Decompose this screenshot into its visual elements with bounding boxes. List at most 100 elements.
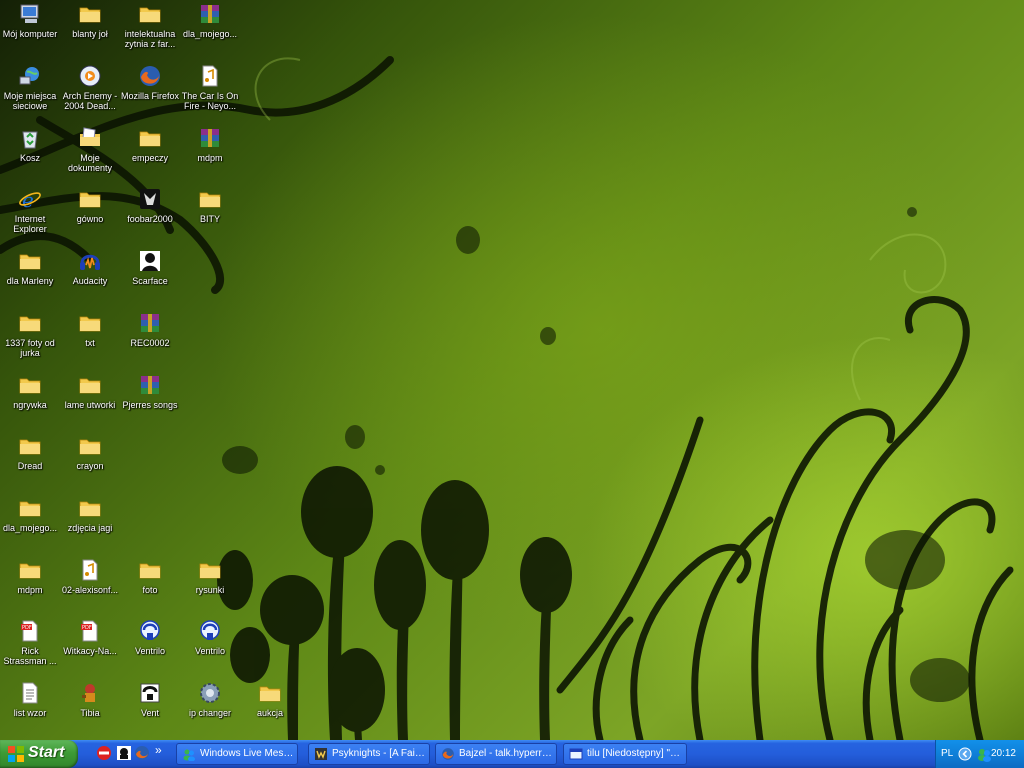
media-file-icon [78,64,102,88]
start-button[interactable]: Start [0,740,78,768]
desktop-icon[interactable]: crayon [60,432,120,492]
desktop-icon[interactable]: txt [60,309,120,369]
winamp-icon [314,747,328,761]
folder-icon [198,187,222,211]
desktop-icon[interactable]: aukcja [240,679,300,739]
desktop-icon-label: dla Marleny [6,276,54,286]
internet-explorer-icon: e [18,187,42,212]
desktop-icon-label: Moje dokumenty [67,153,113,173]
desktop-icon-label: aukcja [256,708,283,718]
folder-icon [78,434,102,458]
desktop-icon[interactable]: PDF Rick Strassman ... [0,617,60,677]
desktop-icon[interactable]: rysunki [180,556,240,616]
folder-icon [78,373,102,397]
desktop-icon[interactable]: zdjęcia jagi [60,494,120,554]
desktop-icon-label: Internet Explorer [13,214,47,234]
folder-icon [198,558,222,582]
desktop-icon-label: Audacity [72,276,108,286]
desktop-icon[interactable]: blanty joł [60,0,120,60]
desktop-icon-label: lame utworki [64,400,116,410]
desktop-icon[interactable]: foto [120,556,180,616]
desktop-icon[interactable]: Pjerres songs [120,371,180,431]
desktop-icon[interactable]: gówno [60,185,120,245]
taskbar-button-label: Windows Live Messen... [200,748,294,759]
desktop-icon-label: Mój komputer [2,29,58,39]
desktop-icon[interactable]: dla_mojego... [180,0,240,60]
desktop-icon[interactable]: PDF Witkacy-Na... [60,617,120,677]
desktop-icon[interactable]: mdpm [180,124,240,184]
desktop-icon[interactable]: REC0002 [120,309,180,369]
desktop-icon[interactable]: Dread [0,432,60,492]
desktop-icon-label: ip changer [188,708,232,718]
firefox-icon[interactable] [134,745,150,761]
no-entry-icon[interactable] [96,745,112,761]
messenger-tray-icon[interactable] [976,746,992,762]
tibia-game-icon [78,681,102,705]
system-tray: PL 20:12 [935,740,1024,768]
network-places-icon [18,64,42,88]
folder-icon [18,496,42,520]
desktop-icon[interactable]: Moje dokumenty [60,124,120,184]
desktop-icon-label: foto [142,585,158,595]
folder-icon [18,373,42,397]
taskbar-button[interactable]: Psyknights - [A Faint ... [308,743,430,765]
desktop-icon-label: Dread [17,461,43,471]
desktop[interactable]: Mój komputer blanty joł intelektualna zytn… [0,0,1024,740]
desktop-icon[interactable]: e Internet Explorer [0,185,60,245]
desktop-icon[interactable]: mdpm [0,556,60,616]
desktop-icon[interactable]: dla Marleny [0,247,60,307]
desktop-icon[interactable]: Audacity [60,247,120,307]
audio-file-icon [198,64,222,88]
desktop-icon-label: mdpm [17,585,43,595]
pdf-file-icon: PDF [18,619,42,643]
desktop-icon[interactable]: Mój komputer [0,0,60,60]
desktop-icon-label: ngrywka [13,400,47,410]
desktop-icon[interactable]: ip changer [180,679,240,739]
desktop-icon-label: crayon [76,461,104,471]
taskbar-button[interactable]: Bajzel - talk.hyperrea... [435,743,557,765]
audacity-icon [78,249,102,273]
desktop-icon[interactable]: Mozilla Firefox [120,62,180,122]
desktop-icon[interactable]: dla_mojego... [0,494,60,554]
desktop-icon[interactable]: foobar2000 [120,185,180,245]
pdf-file-icon: PDF [78,619,102,643]
taskbar-button[interactable]: tilu [Niedostępny] "w... [563,743,687,765]
desktop-icon[interactable]: 1337 foty od jurka [0,309,60,369]
language-indicator[interactable]: PL [941,748,953,759]
vent-icon [138,681,162,705]
desktop-icon[interactable]: BITY [180,185,240,245]
messenger-icon [182,747,196,762]
desktop-icon[interactable]: intelektualna zytnia z far... [120,0,180,60]
desktop-icon[interactable]: Vent [120,679,180,739]
ip-changer-icon [198,681,222,705]
show-hidden-icons-chevron-icon[interactable] [958,747,972,761]
desktop-icon[interactable]: Kosz [0,124,60,184]
start-label: Start [28,744,65,761]
taskbar-button-label: Psyknights - [A Faint ... [332,748,426,759]
desktop-icon[interactable]: The Car Is On Fire - Neyo... [180,62,240,122]
desktop-icon-label: Rick Strassman ... [3,646,57,666]
desktop-icon[interactable]: Scarface [120,247,180,307]
winrar-archive-icon [198,126,222,150]
taskbar-button[interactable]: Windows Live Messen... [176,743,298,765]
desktop-icon[interactable]: 02-alexisonf... [60,556,120,616]
desktop-icon-label: Ventrilo [134,646,166,656]
desktop-icon[interactable]: Arch Enemy - 2004 Dead... [60,62,120,122]
desktop-icon[interactable]: Ventrilo [180,617,240,677]
desktop-icon[interactable]: Ventrilo [120,617,180,677]
desktop-icon-label: Tibia [80,708,100,718]
scarface-icon[interactable] [116,745,132,761]
desktop-icon[interactable]: lame utworki [60,371,120,431]
desktop-icon[interactable]: Moje miejsca sieciowe [0,62,60,122]
ventrilo-icon [198,619,222,643]
desktop-icon[interactable]: Tibia [60,679,120,739]
clock[interactable]: 20:12 [991,748,1016,759]
desktop-icon[interactable]: empeczy [120,124,180,184]
folder-icon [258,681,282,705]
scarface-game-icon [138,249,162,273]
desktop-icon[interactable]: list wzor [0,679,60,739]
desktop-icon-label: 1337 foty od jurka [5,338,55,358]
my-documents-icon [78,126,102,150]
desktop-icon[interactable]: ngrywka [0,371,60,431]
quick-launch-overflow-chevron-icon[interactable]: » [155,743,162,757]
